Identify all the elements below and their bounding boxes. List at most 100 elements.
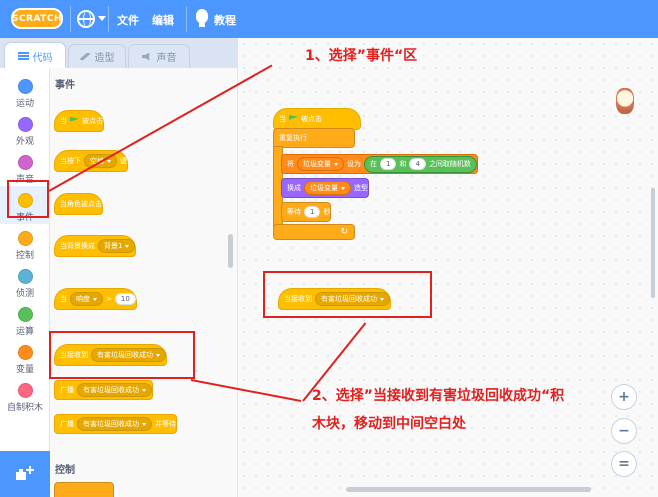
green-flag-icon [289, 115, 298, 120]
menu-bar: SCRATCH 文件 编辑 教程 [0, 0, 658, 38]
category-my-blocks[interactable]: 自制积木 [0, 376, 50, 414]
category-label: 自制积木 [6, 403, 43, 413]
broadcast-block[interactable]: 广播 有害垃圾回收成功 [54, 380, 153, 400]
highlight-events-category [7, 180, 49, 218]
block-text: 当 [60, 295, 67, 303]
green-flag-icon [70, 117, 79, 122]
when-backdrop-switches-block[interactable]: 当背景换成 背景1 [54, 227, 137, 257]
category-dot [18, 269, 33, 284]
when-sprite-clicked-block[interactable]: 当角色被点击 [54, 185, 105, 215]
loop-arrow-icon: ↻ [340, 227, 348, 237]
category-dot [18, 345, 33, 360]
workspace-horizontal-scrollbar[interactable] [346, 487, 591, 492]
category-dot [18, 117, 33, 132]
category-dot [18, 79, 33, 94]
random-to-input[interactable]: 4 [409, 158, 426, 170]
category-sidebar: 运动 外观 声音 事件 控制 侦测 运算 变量 自制积木 [0, 68, 50, 451]
when-sensor-greater-block[interactable]: 当 响度 > 10 [54, 280, 137, 310]
tab-costumes[interactable]: 造型 [68, 44, 126, 68]
switch-costume-block[interactable]: 换成 垃圾变量 造型 [281, 178, 369, 198]
category-dot [18, 383, 33, 398]
annotation-step2-line2: 木块，移动到中间空白处 [312, 416, 466, 432]
wait-seconds-input[interactable]: 1 [304, 206, 321, 218]
highlight-receive-block [49, 331, 195, 379]
backdrop-dropdown[interactable]: 背景1 [98, 239, 136, 253]
category-label: 运算 [15, 327, 34, 337]
wait-block[interactable]: 等待 1 秒 [281, 202, 332, 222]
category-looks[interactable]: 外观 [0, 110, 50, 148]
workspace-vertical-scrollbar[interactable] [651, 188, 655, 298]
tutorials-menu[interactable]: 教程 [214, 12, 236, 28]
block-text: 重复执行 [279, 134, 307, 142]
set-variable-block[interactable]: 将 垃圾变量 设为 在 1 和 4 之间取随机数 [281, 154, 478, 174]
variable-dropdown[interactable]: 垃圾变量 [297, 157, 344, 171]
category-dot [18, 155, 33, 170]
category-dot [18, 231, 33, 246]
add-extension-button[interactable] [0, 451, 50, 497]
message-dropdown[interactable]: 有害垃圾回收成功 [77, 417, 152, 431]
code-icon [17, 52, 29, 60]
when-flag-clicked-block[interactable]: 当 被点击 [273, 100, 361, 130]
block-text: 当按下 [60, 157, 81, 165]
category-operators[interactable]: 运算 [0, 300, 50, 338]
block-palette: 事件 当 被点击 当按下 空格 键 当角色被点击 当背景换成 背景1 当 响度 … [50, 68, 238, 497]
category-control[interactable]: 控制 [0, 224, 50, 262]
category-label: 侦测 [15, 289, 34, 299]
block-text: 被点击 [301, 115, 322, 123]
category-variables[interactable]: 变量 [0, 338, 50, 376]
random-block[interactable]: 在 1 和 4 之间取随机数 [364, 155, 477, 173]
sprite-thumbnail-apple[interactable] [616, 88, 634, 114]
globe-icon[interactable] [77, 10, 95, 28]
when-flag-clicked-block[interactable]: 当 被点击 [54, 102, 105, 132]
lightbulb-icon[interactable] [196, 9, 208, 27]
block-text: 造型 [354, 184, 368, 192]
tab-costumes-label: 造型 [94, 53, 115, 64]
category-label: 运动 [15, 99, 34, 109]
variable-reporter[interactable]: 垃圾变量 [304, 181, 351, 195]
message-dropdown[interactable]: 有害垃圾回收成功 [77, 383, 152, 397]
block-text: 设为 [347, 160, 361, 168]
block-text: 等待 [287, 208, 301, 216]
edit-menu[interactable]: 编辑 [152, 12, 174, 28]
control-block[interactable] [54, 482, 114, 497]
annotation-step1: 1、选择”事件“区 [305, 48, 418, 64]
broadcast-and-wait-block[interactable]: 广播 有害垃圾回收成功 并等待 [54, 414, 177, 434]
block-text: 当背景换成 [60, 242, 95, 250]
scratch-logo[interactable]: SCRATCH [11, 8, 63, 29]
brush-icon [79, 52, 91, 61]
script-flag-forever[interactable]: 当 被点击 重复执行 ↻ 将 垃圾变量 设为 在 1 和 4 之间取随机数 换成… [273, 98, 523, 243]
zoom-in-icon: + [618, 389, 630, 405]
section-events-title: 事件 [55, 80, 75, 91]
forever-block[interactable]: 重复执行 [273, 128, 355, 148]
tab-code-label: 代码 [32, 52, 53, 64]
block-text: 广播 [60, 420, 74, 428]
divider [70, 6, 71, 32]
block-text: 将 [287, 160, 294, 168]
chevron-down-icon[interactable] [98, 16, 106, 21]
tab-sounds-label: 声音 [156, 53, 177, 64]
section-control-title: 控制 [55, 465, 75, 476]
category-label: 外观 [15, 137, 34, 147]
category-sensing[interactable]: 侦测 [0, 262, 50, 300]
greater-than-symbol: > [106, 295, 112, 303]
block-text: 当 [60, 117, 67, 125]
tab-sounds[interactable]: 声音 [128, 44, 190, 68]
sensor-dropdown[interactable]: 响度 [70, 292, 103, 306]
random-from-input[interactable]: 1 [380, 158, 397, 170]
block-text: 之间取随机数 [428, 160, 471, 168]
block-text: 广播 [60, 386, 74, 394]
tab-code[interactable]: 代码 [4, 42, 66, 69]
block-text: 和 [399, 160, 407, 168]
category-motion[interactable]: 运动 [0, 72, 50, 110]
zoom-in-button[interactable]: + [611, 384, 637, 410]
block-text: 在 [370, 160, 377, 168]
file-menu[interactable]: 文件 [117, 12, 139, 28]
palette-scrollbar[interactable] [228, 234, 233, 268]
divider [186, 6, 187, 32]
category-label: 控制 [15, 251, 34, 261]
zoom-reset-button[interactable]: = [611, 451, 637, 477]
sensor-value-input[interactable]: 10 [114, 293, 136, 305]
block-text: 当 [279, 115, 286, 123]
zoom-out-button[interactable]: − [611, 418, 637, 444]
block-text: 秒 [323, 208, 331, 216]
